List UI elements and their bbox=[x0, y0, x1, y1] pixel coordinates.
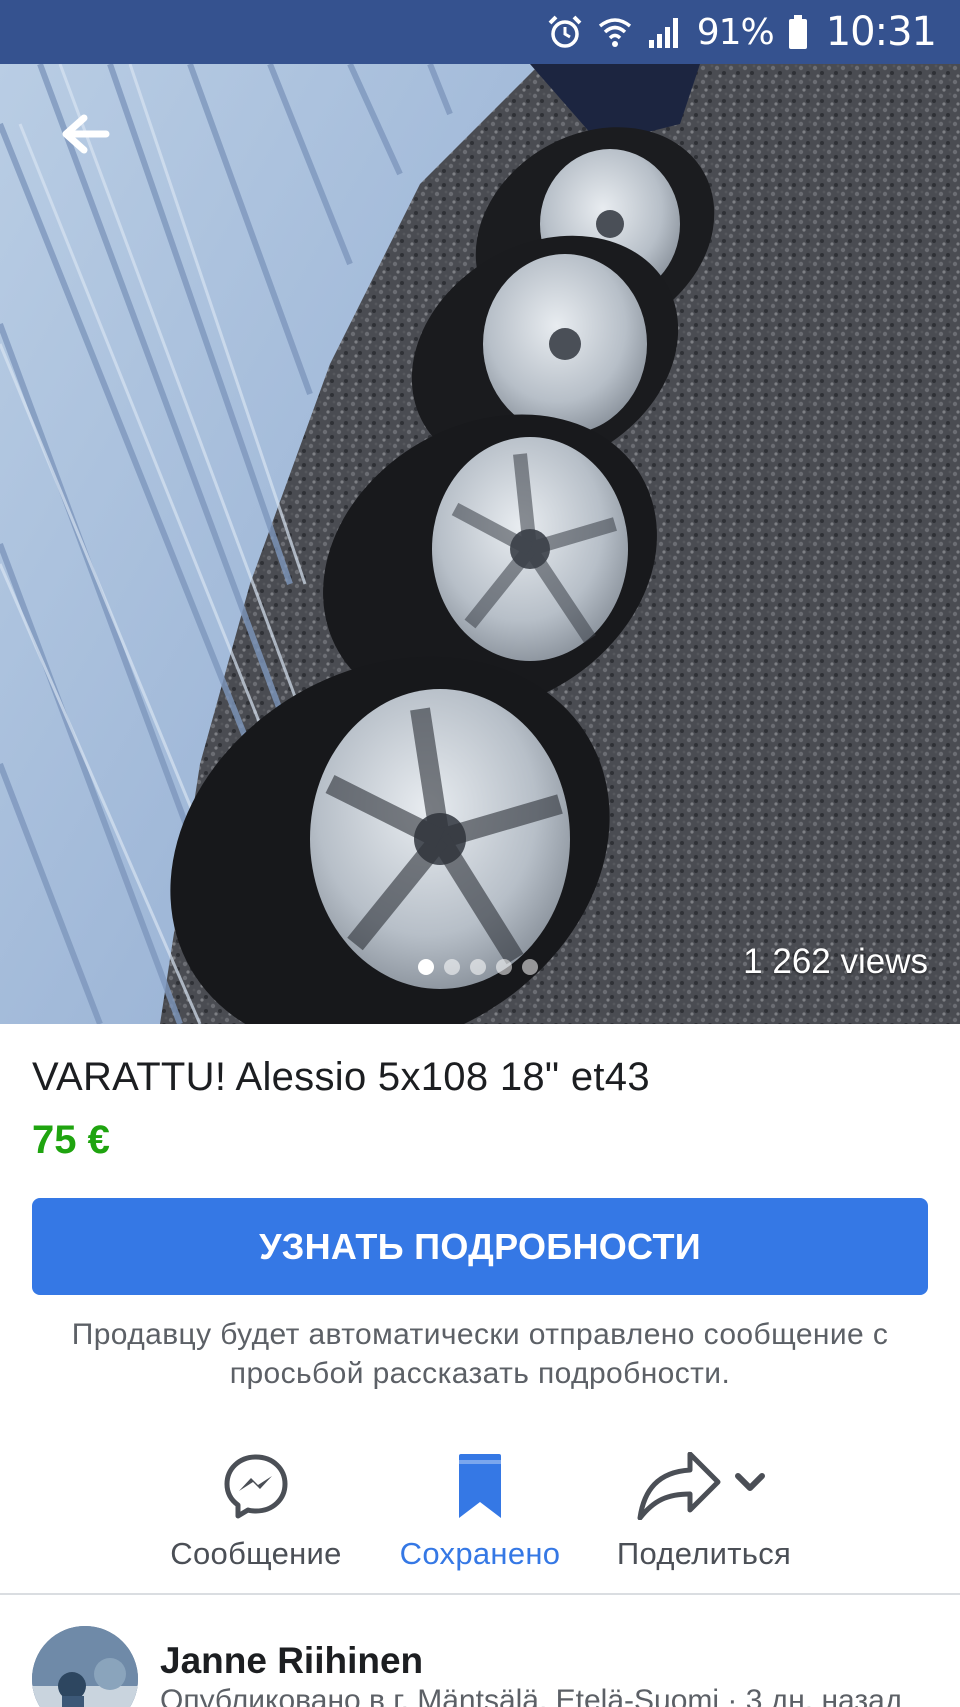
pager-dot[interactable] bbox=[470, 959, 486, 975]
message-button[interactable]: Сообщение bbox=[136, 1448, 376, 1578]
action-bar: Сообщение Сохранено Поделиться bbox=[0, 1448, 960, 1578]
message-label: Сообщение bbox=[170, 1536, 342, 1571]
share-icon bbox=[637, 1452, 765, 1520]
seller-name[interactable]: Janne Riihinen bbox=[160, 1640, 423, 1682]
signal-icon bbox=[647, 14, 683, 50]
battery-percent: 91% bbox=[696, 11, 775, 53]
listing-price: 75 € bbox=[32, 1118, 110, 1162]
messenger-icon bbox=[222, 1448, 290, 1524]
views-count: 1 262 views bbox=[743, 942, 928, 981]
seller-row[interactable]: Janne Riihinen Опубликовано в г. Mäntsäl… bbox=[0, 1626, 960, 1707]
clock: 10:31 bbox=[825, 9, 937, 55]
pager-dot[interactable] bbox=[496, 959, 512, 975]
saved-label: Сохранено bbox=[399, 1536, 561, 1571]
battery-icon bbox=[788, 14, 808, 50]
pager-dot[interactable] bbox=[522, 959, 538, 975]
bookmark-icon bbox=[457, 1448, 503, 1524]
status-bar: 91% 10:31 bbox=[0, 0, 960, 64]
ask-details-hint: Продавцу будет автоматически отправлено … bbox=[71, 1318, 889, 1390]
alarm-icon bbox=[547, 14, 583, 50]
chevron-down-icon bbox=[735, 1473, 765, 1491]
share-label: Поделиться bbox=[616, 1536, 792, 1571]
pager-dot[interactable] bbox=[444, 959, 460, 975]
seller-meta: Опубликовано в г. Mäntsälä, Etelä-Suomi … bbox=[160, 1684, 903, 1707]
divider bbox=[0, 1593, 960, 1595]
share-button[interactable]: Поделиться bbox=[584, 1448, 824, 1578]
back-button[interactable] bbox=[56, 104, 116, 164]
saved-button[interactable]: Сохранено bbox=[360, 1448, 600, 1578]
listing-title: VARATTU! Alessio 5x108 18" et43 bbox=[32, 1055, 650, 1099]
pager-dot[interactable] bbox=[418, 959, 434, 975]
ask-details-button[interactable]: УЗНАТЬ ПОДРОБНОСТИ bbox=[32, 1198, 928, 1295]
listing-photo[interactable]: 1 262 views bbox=[0, 64, 960, 1024]
arrow-left-icon bbox=[62, 114, 110, 154]
wifi-icon bbox=[597, 14, 633, 50]
avatar[interactable] bbox=[32, 1626, 138, 1707]
wheels-photo bbox=[0, 64, 960, 1024]
photo-pager[interactable] bbox=[418, 959, 538, 975]
